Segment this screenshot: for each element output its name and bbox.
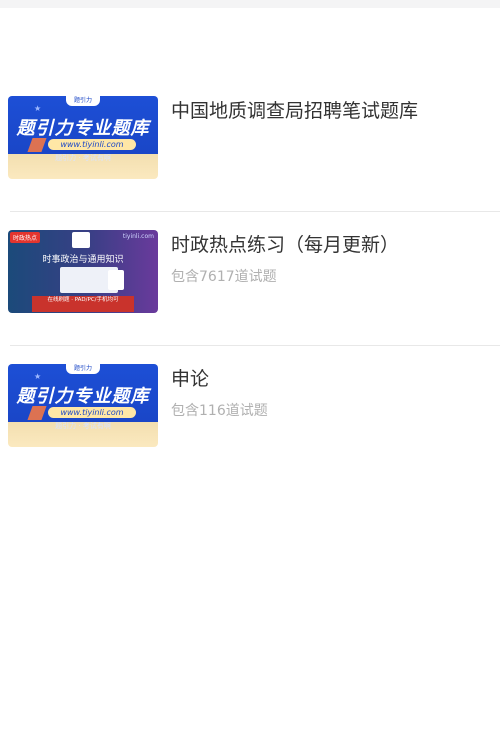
arrow-icon — [27, 138, 47, 152]
thumbnail-site: tiyinli.com — [122, 233, 154, 240]
phone-mockup — [108, 270, 124, 290]
thumbnail-url: www.tiyinli.com — [48, 407, 136, 418]
thumbnail-tag: 时政热点 — [10, 232, 41, 243]
thumbnail-url: www.tiyinli.com — [48, 139, 136, 150]
thumbnail-slogan: 题引力 · 考试有啊 — [55, 422, 111, 430]
item-subtitle: 包含116道试题 — [171, 403, 268, 419]
item-title[interactable]: 申论 — [171, 364, 209, 391]
thumbnail-headline: 题引力专业题库 — [16, 386, 150, 407]
thumbnail-banner: 在线刷题 · PAD/PC/手机均可 — [32, 296, 134, 312]
thumbnail-headline: 题引力专业题库 — [16, 118, 150, 139]
star-icon: ★ — [34, 104, 42, 113]
thumbnail-headline: 时事政治与通用知识 — [42, 255, 124, 265]
thumbnail-image[interactable]: 时政热点 tiyinli.com 时事政治与通用知识 在线刷题 · PAD/PC… — [8, 230, 158, 313]
star-icon: ★ — [34, 372, 42, 381]
question-bank-list: 题引力 ★ 题引力专业题库 www.tiyinli.com 题引力 · 考试有啊… — [0, 78, 500, 480]
list-item[interactable]: 时政热点 tiyinli.com 时事政治与通用知识 在线刷题 · PAD/PC… — [0, 212, 500, 346]
list-item[interactable]: 题引力 ★ 题引力专业题库 www.tiyinli.com 题引力 · 考试有啊… — [0, 346, 500, 480]
logo-badge: 题引力 — [66, 364, 100, 374]
top-bar — [0, 0, 500, 8]
item-title[interactable]: 时政热点练习（每月更新） — [171, 230, 399, 257]
qr-code-icon — [72, 232, 90, 248]
list-item[interactable]: 题引力 ★ 题引力专业题库 www.tiyinli.com 题引力 · 考试有啊… — [0, 78, 500, 212]
thumbnail-image[interactable]: 题引力 ★ 题引力专业题库 www.tiyinli.com 题引力 · 考试有啊 — [8, 364, 158, 447]
thumbnail-slogan: 题引力 · 考试有啊 — [55, 154, 111, 162]
logo-badge: 题引力 — [66, 96, 100, 106]
item-title[interactable]: 中国地质调查局招聘笔试题库 — [171, 96, 418, 123]
arrow-icon — [27, 406, 47, 420]
item-subtitle: 包含7617道试题 — [171, 269, 277, 285]
thumbnail-image[interactable]: 题引力 ★ 题引力专业题库 www.tiyinli.com 题引力 · 考试有啊 — [8, 96, 158, 179]
